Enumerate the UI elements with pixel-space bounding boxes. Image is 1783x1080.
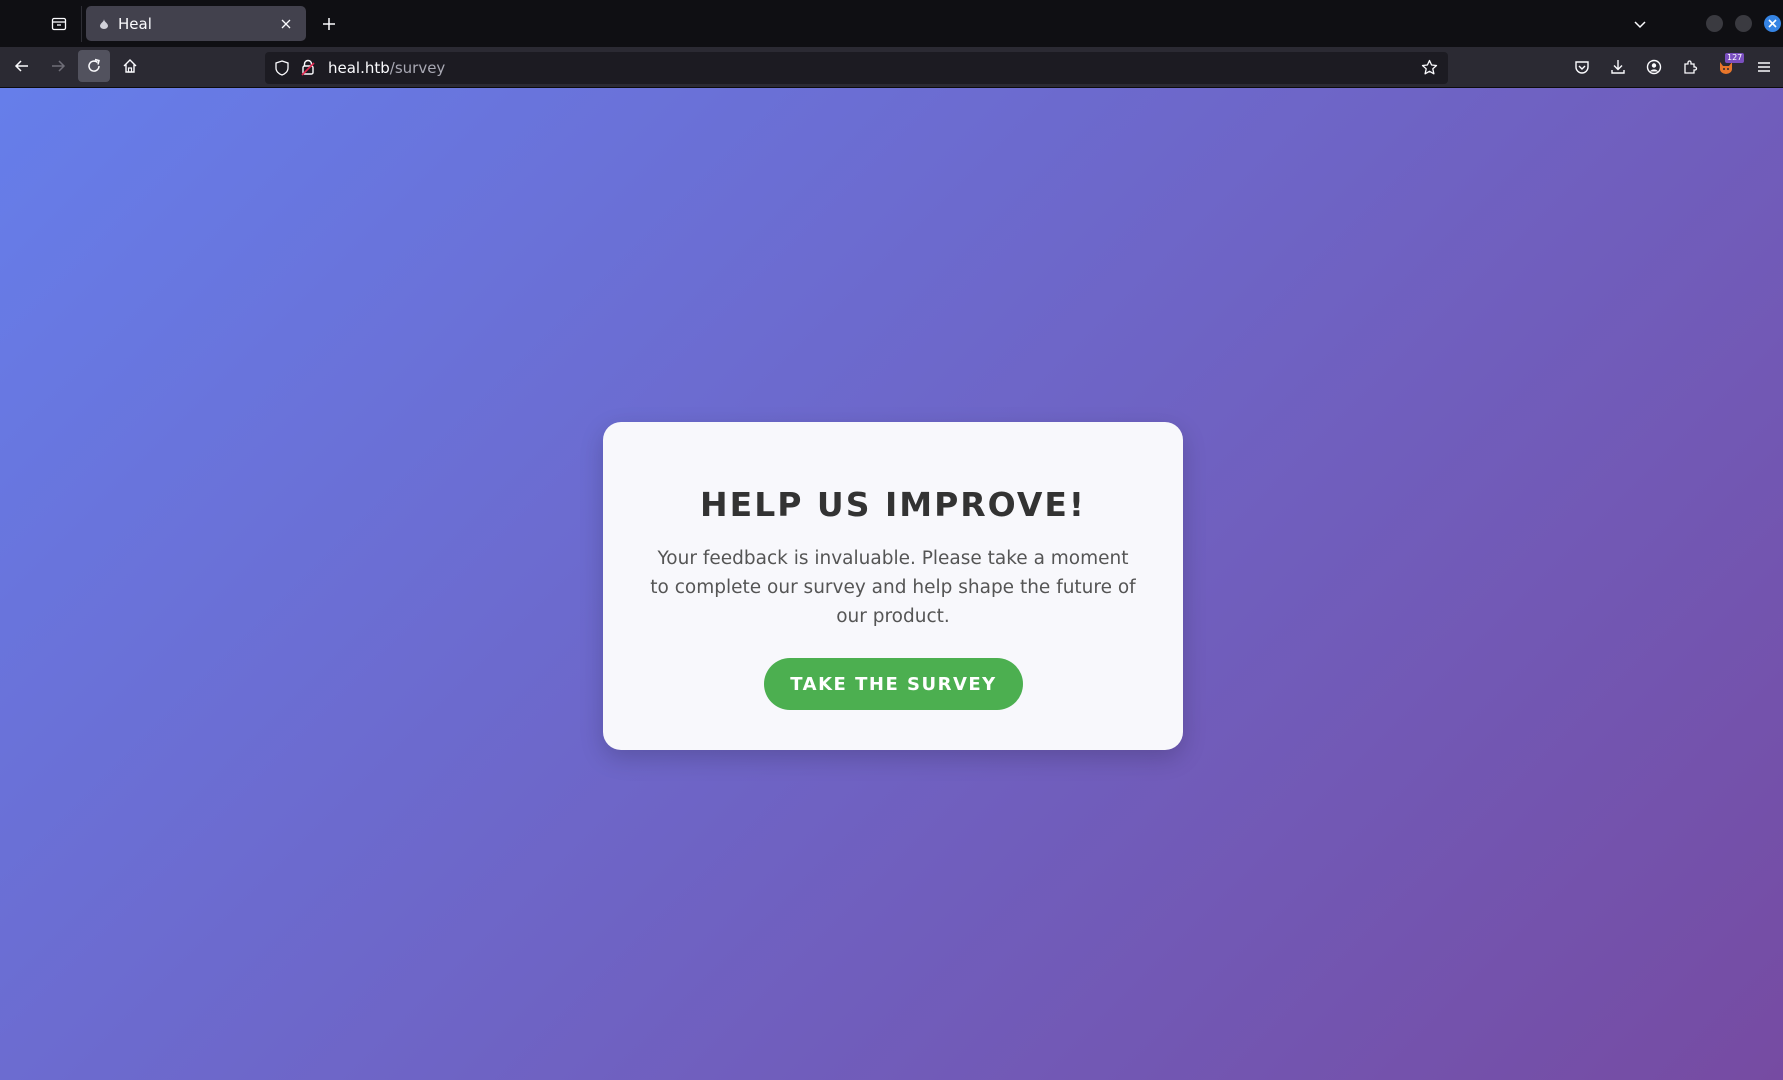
- home-icon: [123, 59, 137, 73]
- arrow-right-icon: [52, 60, 66, 72]
- tab-title: Heal: [118, 14, 152, 33]
- puzzle-piece-icon: [1684, 60, 1698, 74]
- url-path: /survey: [389, 59, 446, 77]
- heal-favicon-icon: [96, 16, 112, 32]
- tracking-protection-shield-icon[interactable]: [275, 60, 289, 76]
- plus-icon: [323, 18, 335, 30]
- pocket-button[interactable]: [1567, 52, 1597, 82]
- back-button[interactable]: [6, 50, 38, 82]
- tab-separator: [81, 6, 82, 42]
- firefox-view-button[interactable]: [44, 10, 74, 38]
- tab-close-icon[interactable]: [276, 14, 296, 34]
- account-icon: [1646, 59, 1662, 75]
- url-host: heal.htb: [328, 59, 390, 77]
- chevron-down-icon: [1634, 21, 1646, 29]
- extension-badge: 127: [1725, 53, 1745, 63]
- bookmark-star-icon[interactable]: [1421, 59, 1438, 76]
- download-icon: [1611, 60, 1625, 74]
- url-text[interactable]: heal.htb/survey: [328, 52, 445, 84]
- hamburger-menu-icon: [1758, 62, 1770, 72]
- arrow-left-icon: [14, 60, 28, 72]
- page-viewport: HELP US IMPROVE! Your feedback is invalu…: [0, 88, 1783, 1080]
- take-survey-button[interactable]: TAKE THE SURVEY: [764, 658, 1023, 710]
- pocket-icon: [1575, 61, 1589, 74]
- card-description: Your feedback is invaluable. Please take…: [650, 548, 1136, 627]
- window-maximize-button[interactable]: [1735, 15, 1752, 32]
- insecure-lock-icon[interactable]: [301, 59, 315, 76]
- survey-card: HELP US IMPROVE! Your feedback is invalu…: [603, 422, 1183, 750]
- window-close-button[interactable]: [1764, 15, 1781, 32]
- account-button[interactable]: [1639, 52, 1669, 82]
- new-tab-button[interactable]: [314, 10, 344, 38]
- list-all-tabs-button[interactable]: [1625, 10, 1655, 38]
- foxyproxy-extension-button[interactable]: 127: [1711, 52, 1745, 82]
- home-button[interactable]: [114, 50, 146, 82]
- tab-heal[interactable]: Heal: [86, 6, 306, 41]
- reload-icon: [88, 58, 100, 72]
- app-menu-button[interactable]: [1749, 52, 1779, 82]
- downloads-button[interactable]: [1603, 52, 1633, 82]
- extensions-button[interactable]: [1675, 52, 1705, 82]
- window-minimize-button[interactable]: [1706, 15, 1723, 32]
- card-title: HELP US IMPROVE!: [700, 485, 1086, 524]
- firefox-view-icon: [51, 17, 67, 31]
- navigation-toolbar: heal.htb/survey 127: [0, 47, 1783, 88]
- forward-button[interactable]: [42, 50, 74, 82]
- url-bar[interactable]: heal.htb/survey: [265, 52, 1448, 84]
- close-icon: [1768, 19, 1777, 28]
- reload-button[interactable]: [78, 50, 110, 82]
- tab-strip: Heal: [0, 0, 1783, 47]
